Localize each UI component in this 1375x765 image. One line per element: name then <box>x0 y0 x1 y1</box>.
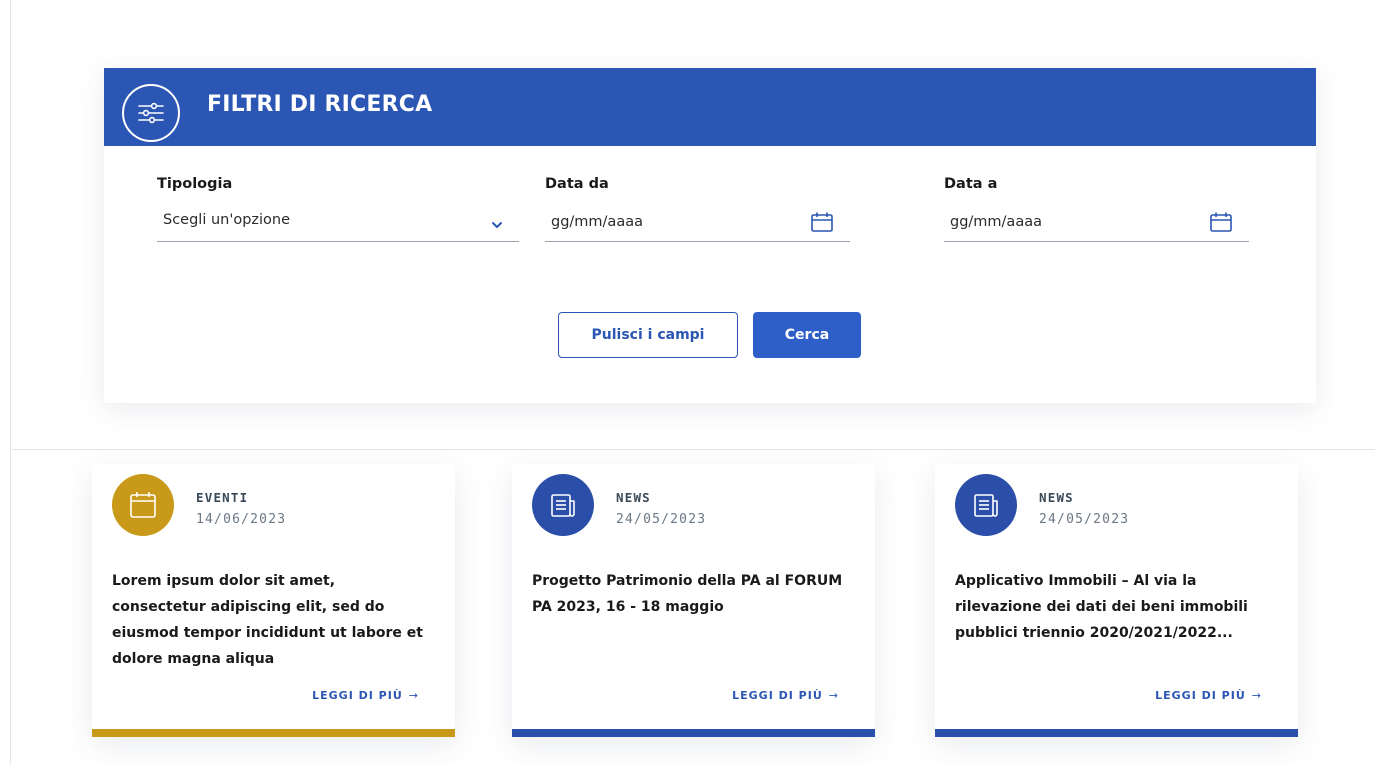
read-more-label: LEGGI DI PIÙ <box>312 689 403 702</box>
news-card[interactable]: NEWS 24/05/2023 Applicativo Immobili – A… <box>935 464 1298 737</box>
sliders-icon <box>122 84 180 142</box>
card-category: EVENTI <box>196 490 249 505</box>
card-title[interactable]: Progetto Patrimonio della PA al FORUM PA… <box>532 568 852 620</box>
clear-fields-button[interactable]: Pulisci i campi <box>558 312 738 358</box>
calendar-icon[interactable] <box>1209 211 1233 237</box>
search-button[interactable]: Cerca <box>753 312 861 358</box>
card-date: 14/06/2023 <box>196 512 287 527</box>
read-more-label: LEGGI DI PIÙ <box>1155 689 1246 702</box>
filter-header: FILTRI DI RICERCA <box>104 68 1316 146</box>
tipologia-select[interactable]: Scegli un'opzione <box>157 202 519 242</box>
tipologia-field: Tipologia Scegli un'opzione <box>157 176 519 246</box>
card-accent-bar <box>92 729 455 737</box>
data-da-placeholder: gg/mm/aaaa <box>551 214 643 230</box>
filter-section: FILTRI DI RICERCA Tipologia Scegli un'op… <box>11 0 1375 450</box>
card-category: NEWS <box>616 490 651 505</box>
card-title[interactable]: Applicativo Immobili – Al via la rilevaz… <box>955 568 1275 646</box>
arrow-right-icon: → <box>408 689 419 702</box>
filter-title: FILTRI DI RICERCA <box>207 92 433 117</box>
tipologia-label: Tipologia <box>157 176 233 192</box>
data-a-input[interactable]: gg/mm/aaaa <box>944 202 1249 242</box>
read-more-link[interactable]: LEGGI DI PIÙ → <box>732 689 839 702</box>
read-more-link[interactable]: LEGGI DI PIÙ → <box>312 689 419 702</box>
data-a-placeholder: gg/mm/aaaa <box>950 214 1042 230</box>
card-date: 24/05/2023 <box>1039 512 1130 527</box>
data-a-label: Data a <box>944 176 998 192</box>
newspaper-icon <box>532 474 594 536</box>
calendar-icon <box>112 474 174 536</box>
data-da-field: Data da gg/mm/aaaa <box>545 176 850 246</box>
arrow-right-icon: → <box>828 689 839 702</box>
card-category: NEWS <box>1039 490 1074 505</box>
newspaper-icon <box>955 474 1017 536</box>
calendar-icon[interactable] <box>810 211 834 237</box>
data-da-input[interactable]: gg/mm/aaaa <box>545 202 850 242</box>
data-a-field: Data a gg/mm/aaaa <box>944 176 1249 246</box>
tipologia-value: Scegli un'opzione <box>163 212 291 228</box>
arrow-right-icon: → <box>1251 689 1262 702</box>
card-date: 24/05/2023 <box>616 512 707 527</box>
filter-panel: FILTRI DI RICERCA Tipologia Scegli un'op… <box>104 68 1316 403</box>
data-da-label: Data da <box>545 176 609 192</box>
news-card[interactable]: EVENTI 14/06/2023 Lorem ipsum dolor sit … <box>92 464 455 737</box>
card-accent-bar <box>512 729 875 737</box>
read-more-link[interactable]: LEGGI DI PIÙ → <box>1155 689 1262 702</box>
chevron-down-icon <box>491 215 503 234</box>
read-more-label: LEGGI DI PIÙ <box>732 689 823 702</box>
news-card[interactable]: NEWS 24/05/2023 Progetto Patrimonio dell… <box>512 464 875 737</box>
card-accent-bar <box>935 729 1298 737</box>
card-title[interactable]: Lorem ipsum dolor sit amet, consectetur … <box>112 568 432 672</box>
